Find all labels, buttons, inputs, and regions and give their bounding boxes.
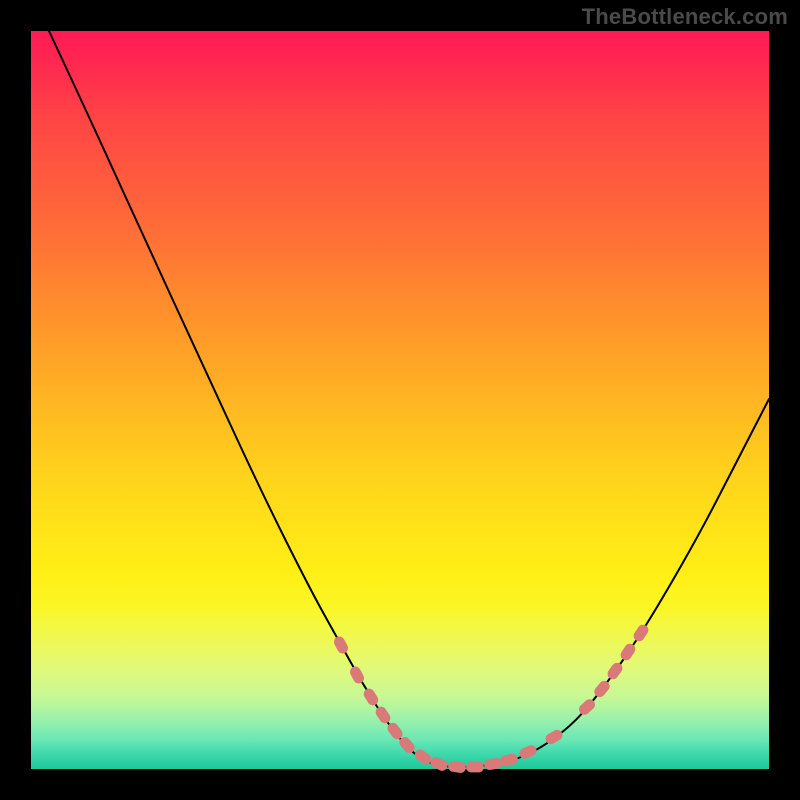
curve-marker: [632, 623, 650, 642]
curve-marker: [448, 761, 466, 773]
curve-marker: [374, 705, 391, 724]
curve-marker: [429, 756, 448, 772]
bottleneck-curve: [49, 31, 769, 767]
curve-marker: [500, 753, 519, 767]
plot-area: [31, 31, 769, 769]
curve-marker: [518, 744, 537, 760]
curve-marker: [484, 758, 502, 770]
curve-svg: [31, 31, 769, 769]
curve-marker: [362, 687, 379, 706]
watermark-text: TheBottleneck.com: [582, 4, 788, 30]
chart-frame: TheBottleneck.com: [0, 0, 800, 800]
curve-marker: [467, 762, 484, 772]
curve-marker: [333, 635, 350, 654]
curve-markers: [333, 623, 650, 773]
